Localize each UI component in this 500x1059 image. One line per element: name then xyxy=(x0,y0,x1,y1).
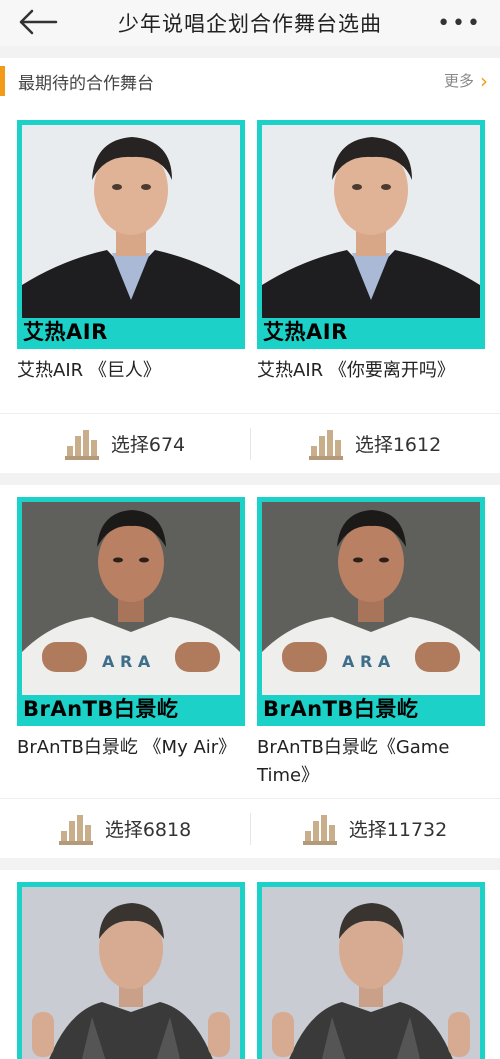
vote-button[interactable]: 选择674 xyxy=(0,414,250,474)
stage-thumbnail[interactable]: 艾热AIR xyxy=(17,120,245,349)
vote-button[interactable]: 选择1612 xyxy=(250,414,500,474)
bar-chart-icon xyxy=(58,814,93,845)
vote-row: 选择6818 选择11732 xyxy=(0,798,500,858)
artist-photo: A R A xyxy=(22,502,240,695)
stage-thumbnail[interactable]: A R A BrAnTB白景屹 xyxy=(17,497,245,726)
stage-card[interactable]: A R A BrAnTB白景屹 BrAnTB白景屹《Game Time》 xyxy=(250,497,500,798)
stage-list: 艾热AIR 艾热AIR 《巨人》 艾热AIR 艾热AIR 《你要离开吗》 选择6… xyxy=(0,104,500,1059)
section-title: 最期待的合作舞台 xyxy=(18,73,154,94)
stage-pair: A R A BrAnTB白景屹 BrAnTB白景屹 《My Air》 A R A… xyxy=(0,485,500,858)
stage-thumbnail[interactable]: 艾热AIR xyxy=(257,120,485,349)
vote-count: 选择6818 xyxy=(104,819,192,841)
bar-chart-icon xyxy=(64,429,99,460)
chevron-right-icon: › xyxy=(480,68,488,93)
artist-photo xyxy=(262,887,480,1059)
section-more-label: 更多 xyxy=(443,72,474,90)
stage-caption: 艾热AIR 《巨人》 xyxy=(17,360,161,381)
stage-thumbnail[interactable] xyxy=(17,882,245,1059)
artist-photo xyxy=(22,125,240,318)
back-arrow-icon[interactable] xyxy=(18,8,58,36)
vote-button[interactable]: 选择6818 xyxy=(0,799,250,859)
bar-chart-icon xyxy=(308,429,343,460)
vote-button[interactable]: 选择11732 xyxy=(250,799,500,859)
stage-card[interactable]: 艾热AIR 艾热AIR 《巨人》 xyxy=(0,120,250,413)
section-accent-bar xyxy=(0,66,5,96)
vote-row: 选择674 选择1612 xyxy=(0,413,500,473)
section-more-link[interactable]: 更多 › xyxy=(444,70,488,91)
stage-pair xyxy=(0,870,500,1059)
bar-chart-icon xyxy=(302,814,337,845)
vote-count: 选择674 xyxy=(110,434,186,456)
stage-caption: BrAnTB白景屹 《My Air》 xyxy=(17,737,237,758)
vote-count: 选择1612 xyxy=(354,434,442,456)
stage-caption: BrAnTB白景屹《Game Time》 xyxy=(257,737,450,786)
artist-photo xyxy=(22,887,240,1059)
separator xyxy=(0,473,500,485)
stage-card[interactable] xyxy=(250,882,500,1059)
more-dots-icon[interactable]: ••• xyxy=(437,11,482,36)
artist-tag: BrAnTB白景屹 xyxy=(23,697,179,721)
stage-thumbnail[interactable] xyxy=(257,882,485,1059)
vote-count: 选择11732 xyxy=(348,819,448,841)
stage-pair: 艾热AIR 艾热AIR 《巨人》 艾热AIR 艾热AIR 《你要离开吗》 选择6… xyxy=(0,104,500,473)
stage-caption: 艾热AIR 《你要离开吗》 xyxy=(257,360,455,381)
stage-card[interactable] xyxy=(0,882,250,1059)
top-bar: 少年说唱企划合作舞台选曲 ••• xyxy=(0,0,500,46)
artist-photo xyxy=(262,125,480,318)
section-header: 最期待的合作舞台 更多 › xyxy=(0,58,500,104)
page-title: 少年说唱企划合作舞台选曲 xyxy=(118,12,382,36)
separator xyxy=(0,858,500,870)
artist-tag: BrAnTB白景屹 xyxy=(263,697,419,721)
stage-thumbnail[interactable]: A R A BrAnTB白景屹 xyxy=(257,497,485,726)
stage-card[interactable]: 艾热AIR 艾热AIR 《你要离开吗》 xyxy=(250,120,500,413)
artist-tag: 艾热AIR xyxy=(263,320,348,344)
artist-photo: A R A xyxy=(262,502,480,695)
svg-text:A R A: A R A xyxy=(342,652,391,671)
artist-tag: 艾热AIR xyxy=(23,320,108,344)
stage-card[interactable]: A R A BrAnTB白景屹 BrAnTB白景屹 《My Air》 xyxy=(0,497,250,798)
svg-text:A R A: A R A xyxy=(102,652,151,671)
